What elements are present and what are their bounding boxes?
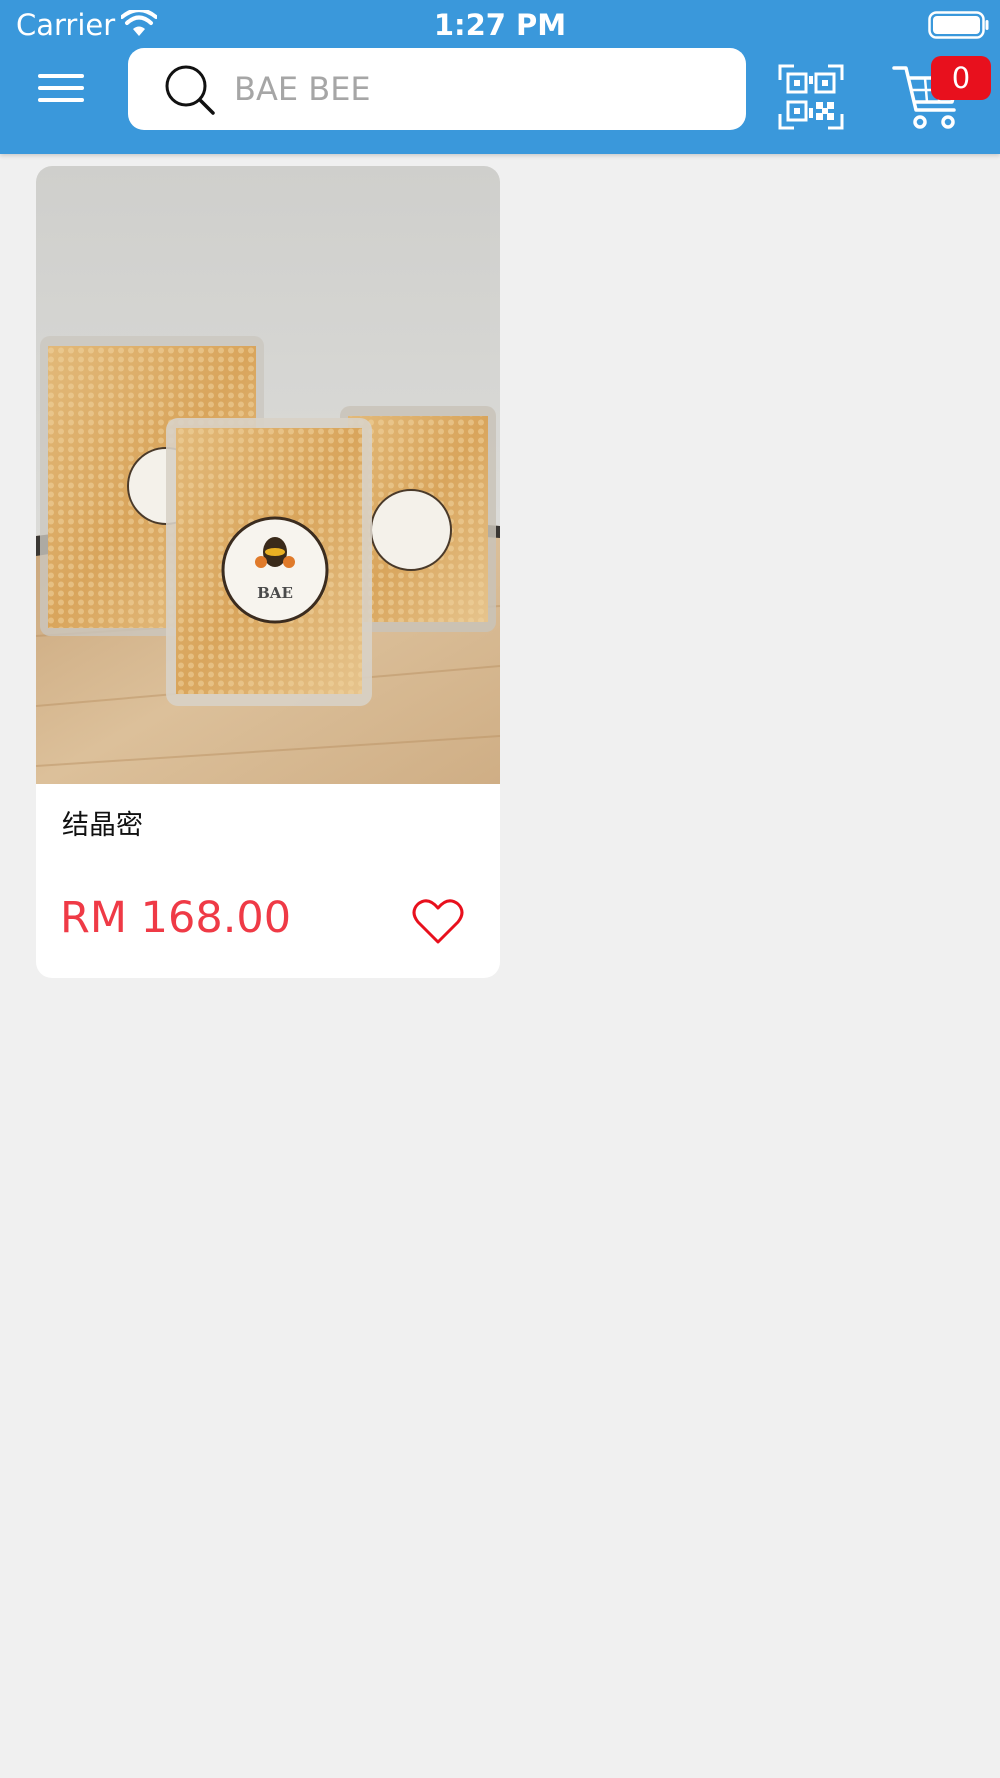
product-price: RM 168.00 xyxy=(60,893,292,943)
search-icon xyxy=(165,65,215,115)
svg-text:BAE: BAE xyxy=(257,584,293,602)
search-input[interactable] xyxy=(234,62,724,116)
product-image[interactable]: BAE xyxy=(36,166,500,784)
cart-count-badge: 0 xyxy=(931,56,991,100)
product-name[interactable]: 结晶密 xyxy=(62,806,143,846)
qr-code-scan-icon[interactable] xyxy=(778,64,844,130)
heart-icon[interactable] xyxy=(412,898,464,946)
battery-icon xyxy=(928,11,989,39)
app-header: Carrier 1:27 PM BAE BEE 0 xyxy=(0,0,1000,154)
search-bar[interactable] xyxy=(128,48,746,130)
cart-button[interactable]: 0 xyxy=(892,56,992,136)
product-card[interactable]: BAE 结晶密 RM 168.00 xyxy=(36,166,500,978)
status-bar: Carrier 1:27 PM xyxy=(0,0,1000,48)
hamburger-menu-icon[interactable] xyxy=(28,62,98,114)
status-time: 1:27 PM xyxy=(433,8,567,42)
